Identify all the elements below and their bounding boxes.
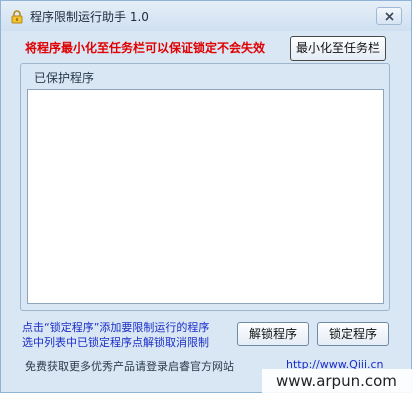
padlock-icon — [10, 9, 24, 24]
unlock-program-button[interactable]: 解锁程序 — [237, 322, 309, 346]
hint-unlock: 选中列表中已锁定程序点解锁取消限制 — [22, 336, 209, 349]
close-button[interactable] — [376, 7, 402, 25]
title-bar[interactable]: 程序限制运行助手 1.0 — [1, 1, 411, 31]
app-window: 程序限制运行助手 1.0 将程序最小化至任务栏可以保证锁定不会失效 最小化至任务… — [0, 0, 412, 393]
window-title: 程序限制运行助手 1.0 — [30, 10, 149, 24]
lock-program-button[interactable]: 锁定程序 — [317, 322, 389, 346]
protected-programs-list[interactable] — [27, 89, 384, 304]
group-label: 已保护程序 — [34, 71, 95, 85]
close-icon — [385, 12, 394, 21]
warning-message: 将程序最小化至任务栏可以保证锁定不会失效 — [25, 41, 266, 55]
minimize-to-taskbar-button[interactable]: 最小化至任务栏 — [290, 36, 386, 61]
watermark-text: www.arpun.com — [276, 372, 397, 390]
watermark: www.arpun.com — [262, 369, 412, 393]
footer-text: 免费获取更多优秀产品请登录启睿官方网站 — [25, 360, 234, 373]
hint-lock: 点击“锁定程序”添加要限制运行的程序 — [22, 321, 210, 334]
protected-programs-group: 已保护程序 — [20, 63, 390, 311]
